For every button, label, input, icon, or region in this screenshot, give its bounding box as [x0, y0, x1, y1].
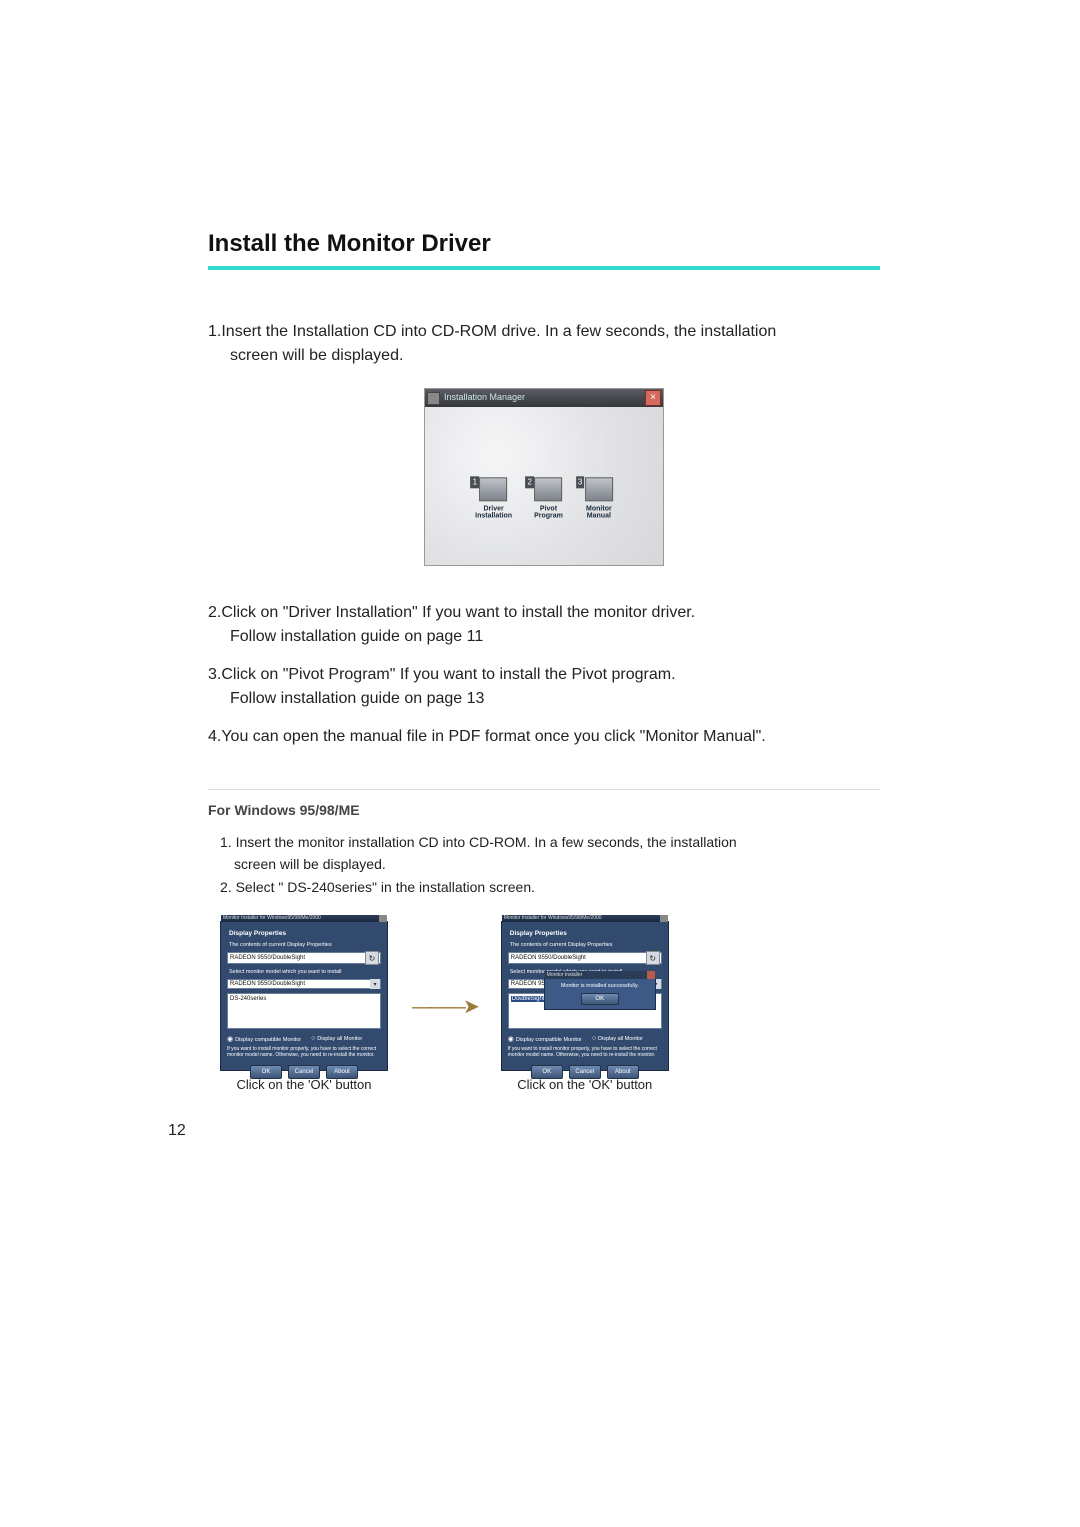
divider — [208, 789, 880, 790]
display-properties-dialog: Monitor Installer for Windows95/98/Me/20… — [220, 921, 388, 1071]
radio-all[interactable]: Display all Monitor — [592, 1035, 643, 1043]
step-3-line2: Follow installation guide on page 13 — [230, 690, 484, 707]
titlebar-left: Installation Manager — [427, 391, 525, 405]
refresh-icon[interactable]: ↻ — [646, 951, 660, 965]
item-pivot-program[interactable]: 2 Pivot Program — [534, 477, 563, 520]
current-value: RADEON 9550/DoubleSight — [511, 955, 586, 961]
arrow-icon: ———➤ — [412, 994, 477, 1019]
popup-message: Monitor is installed successfully. — [561, 983, 639, 989]
header: Install the Monitor Driver — [208, 230, 880, 270]
list-item[interactable]: DS-240series — [230, 996, 266, 1002]
step-2-line1: 2.Click on "Driver Installation" If you … — [208, 604, 695, 621]
manual-icon: 3 — [585, 477, 613, 501]
select-label: Select monitor model which you want to i… — [229, 969, 381, 975]
about-button[interactable]: About — [607, 1065, 639, 1079]
model-listbox[interactable]: DS-240series — [227, 993, 381, 1029]
installation-manager-body: 1 Driver Installation 2 Pivot Program 3 … — [425, 407, 663, 565]
ok-button[interactable]: OK — [250, 1065, 282, 1079]
window-title: Installation Manager — [444, 391, 525, 405]
step-2: 2.Click on "Driver Installation" If you … — [208, 601, 880, 649]
title-underline — [208, 266, 880, 270]
chevron-down-icon: ▾ — [370, 979, 380, 989]
display-properties-dialog-success: Monitor Installer for Windows95/98/Me/20… — [501, 921, 669, 1071]
close-icon[interactable]: × — [645, 390, 661, 406]
substep-1-line2: screen will be displayed. — [234, 856, 386, 872]
substep-1-num: 1. — [220, 834, 232, 850]
model-select[interactable]: RADEON 9550/DoubleSight▾ — [227, 979, 381, 989]
cancel-button[interactable]: Cancel — [569, 1065, 601, 1079]
page-title: Install the Monitor Driver — [208, 230, 880, 258]
refresh-icon[interactable]: ↻ — [365, 951, 379, 965]
dialog-titlebar: Monitor Installer for Windows95/98/Me/20… — [502, 915, 668, 922]
radio-compatible[interactable]: Display compatible Monitor — [508, 1035, 582, 1043]
document-page: Install the Monitor Driver 1.Insert the … — [0, 0, 1080, 1140]
current-label: The contents of current Display Properti… — [510, 942, 662, 948]
step-4: 4.You can open the manual file in PDF fo… — [208, 725, 880, 749]
item-label: Pivot Program — [534, 505, 563, 520]
current-label: The contents of current Display Properti… — [229, 942, 381, 948]
step-1-line1: 1.Insert the Installation CD into CD-ROM… — [208, 323, 776, 340]
subsection-heading: For Windows 95/98/ME — [208, 802, 880, 818]
right-dialog-column: Monitor Installer for Windows95/98/Me/20… — [501, 921, 669, 1092]
step-1: 1.Insert the Installation CD into CD-ROM… — [208, 320, 880, 368]
close-icon[interactable] — [647, 971, 655, 979]
group-title: Display Properties — [510, 930, 662, 937]
radio-group: Display compatible Monitor Display all M… — [227, 1035, 381, 1043]
close-icon[interactable] — [379, 915, 387, 922]
current-display-field: RADEON 9550/DoubleSight ↻ — [508, 952, 662, 964]
substep-1-line1: Insert the monitor installation CD into … — [236, 834, 737, 850]
item-label: Driver Installation — [475, 505, 512, 520]
dialog-buttons: OK Cancel About — [508, 1065, 662, 1079]
group-title: Display Properties — [229, 930, 381, 937]
dialog-titlebar: Monitor Installer for Windows95/98/Me/20… — [221, 915, 387, 922]
driver-icon: 1 — [480, 477, 508, 501]
radio-compatible[interactable]: Display compatible Monitor — [227, 1035, 301, 1043]
popup-titlebar: Monitor Installer — [545, 971, 655, 979]
current-display-field: RADEON 9550/DoubleSight ↻ — [227, 952, 381, 964]
left-dialog-column: Monitor Installer for Windows95/98/Me/20… — [220, 921, 388, 1092]
ok-button[interactable]: OK — [531, 1065, 563, 1079]
step-1-line2: screen will be displayed. — [230, 347, 403, 364]
success-popup: Monitor Installer Monitor is installed s… — [544, 978, 656, 1010]
sub-steps: 1. Insert the monitor installation CD in… — [220, 832, 880, 899]
item-monitor-manual[interactable]: 3 Monitor Manual — [585, 477, 613, 520]
install-note: If you want to install monitor properly,… — [508, 1047, 662, 1059]
item-label: Monitor Manual — [586, 505, 612, 520]
radio-group: Display compatible Monitor Display all M… — [508, 1035, 662, 1043]
substep-2: 2. Select " DS-240series" in the install… — [220, 877, 880, 899]
dialog-buttons: OK Cancel About — [227, 1065, 381, 1079]
substep-2-text: Select " DS-240series" in the installati… — [236, 879, 535, 895]
radio-all[interactable]: Display all Monitor — [311, 1035, 362, 1043]
current-value: RADEON 9550/DoubleSight — [230, 955, 305, 961]
close-icon[interactable] — [660, 915, 668, 922]
app-icon — [427, 392, 440, 405]
step-2-line2: Follow installation guide on page 11 — [230, 628, 483, 645]
installer-items: 1 Driver Installation 2 Pivot Program 3 … — [475, 477, 613, 520]
step-3: 3.Click on "Pivot Program" If you want t… — [208, 663, 880, 711]
step-4-line1: 4.You can open the manual file in PDF fo… — [208, 728, 766, 745]
window-titlebar: Installation Manager × — [425, 389, 663, 407]
right-caption: Click on the 'OK' button — [517, 1077, 652, 1092]
item-driver-installation[interactable]: 1 Driver Installation — [475, 477, 512, 520]
installation-manager-window: Installation Manager × 1 Driver Installa… — [424, 388, 664, 566]
installation-manager-screenshot: Installation Manager × 1 Driver Installa… — [424, 388, 664, 566]
step-3-line1: 3.Click on "Pivot Program" If you want t… — [208, 666, 676, 683]
install-note: If you want to install monitor properly,… — [227, 1047, 381, 1059]
about-button[interactable]: About — [326, 1065, 358, 1079]
pivot-icon: 2 — [534, 477, 562, 501]
substep-1: 1. Insert the monitor installation CD in… — [220, 832, 880, 875]
popup-ok-button[interactable]: OK — [581, 993, 619, 1005]
cancel-button[interactable]: Cancel — [288, 1065, 320, 1079]
left-caption: Click on the 'OK' button — [236, 1077, 371, 1092]
main-steps: 1.Insert the Installation CD into CD-ROM… — [208, 320, 880, 749]
substep-2-num: 2. — [220, 879, 232, 895]
dialog-screenshots-row: Monitor Installer for Windows95/98/Me/20… — [220, 921, 880, 1092]
page-number: 12 — [168, 1122, 880, 1140]
